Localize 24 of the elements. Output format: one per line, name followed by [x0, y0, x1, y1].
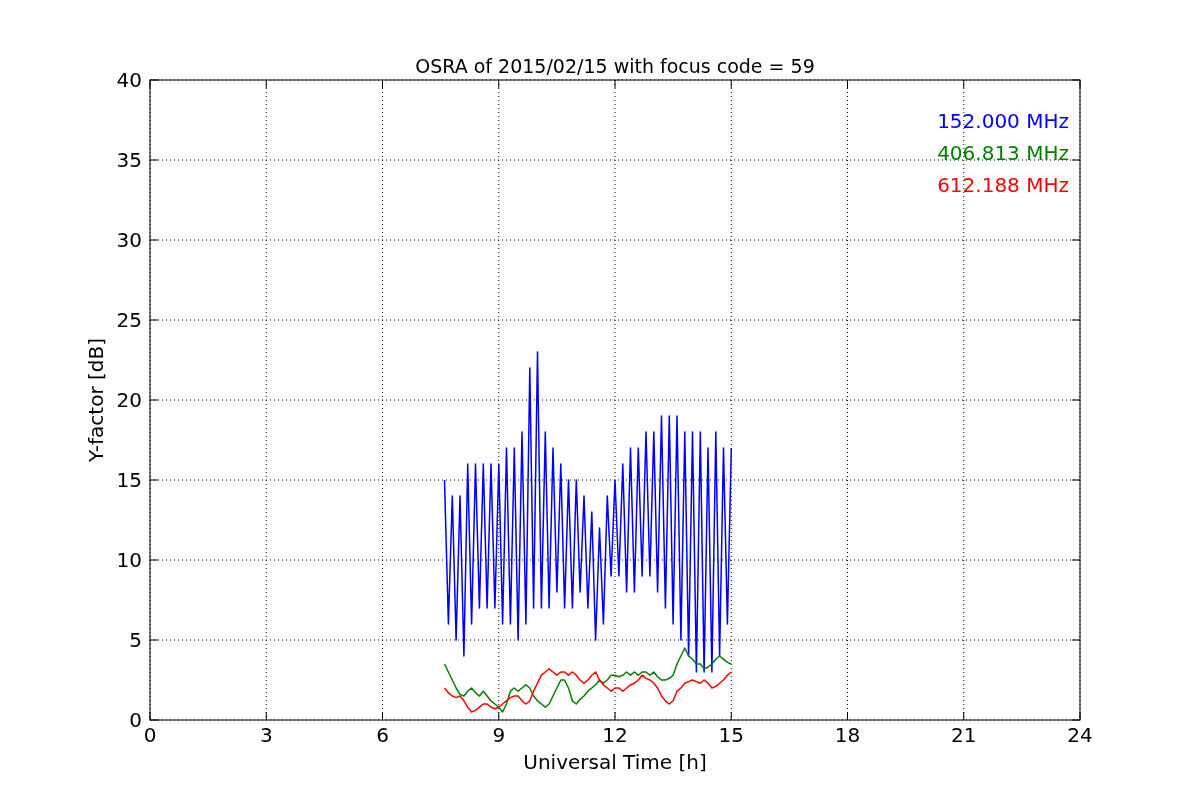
x-tick-label: 6: [376, 723, 389, 747]
x-tick-label: 9: [492, 723, 506, 747]
y-tick-label: 35: [116, 148, 142, 172]
legend-label: 152.000 MHz: [937, 109, 1069, 133]
x-tick-label: 0: [143, 723, 157, 747]
y-tick-label: 25: [116, 308, 142, 332]
x-tick-label: 18: [834, 723, 861, 747]
y-tick-label: 0: [129, 708, 142, 732]
y-tick-label: 20: [116, 388, 142, 412]
y-tick-label: 15: [116, 468, 142, 492]
x-tick-label: 15: [718, 723, 744, 747]
x-tick-label: 21: [951, 723, 977, 747]
chart-title: OSRA of 2015/02/15 with focus code = 59: [415, 55, 815, 77]
x-tick-label: 24: [1067, 723, 1093, 747]
y-tick-label: 30: [116, 228, 142, 252]
y-tick-label: 10: [116, 548, 142, 572]
x-tick-label: 3: [259, 723, 273, 747]
x-tick-label: 12: [602, 723, 628, 747]
y-tick-label: 40: [116, 68, 142, 92]
legend-label: 406.813 MHz: [937, 141, 1069, 165]
y-axis-label: Y-factor [dB]: [84, 338, 108, 462]
y-tick-label: 5: [129, 628, 142, 652]
legend-label: 612.188 MHz: [937, 173, 1069, 197]
x-axis-label: Universal Time [h]: [523, 750, 707, 774]
